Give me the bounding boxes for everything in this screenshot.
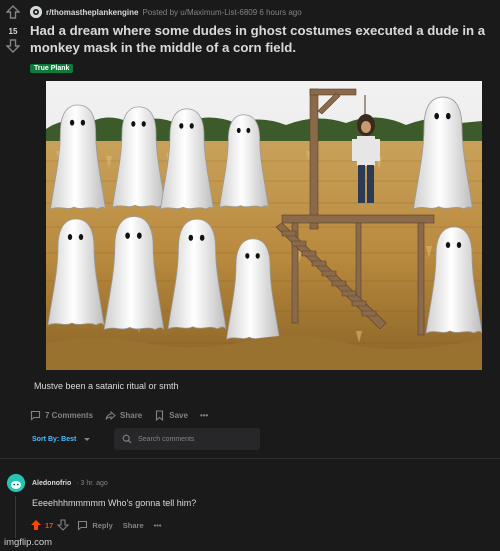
- thread-line[interactable]: [15, 496, 16, 538]
- reddit-post-screen: 15 r/thomastheplankengine Posted by u/Ma…: [0, 0, 500, 551]
- vote-column: 15: [4, 5, 22, 58]
- avatar[interactable]: [7, 474, 25, 492]
- post-flair[interactable]: True Plank: [30, 64, 74, 73]
- posted-by: Posted by u/Maximum-List-6809 6 hours ag…: [142, 7, 302, 17]
- bookmark-icon: [156, 410, 164, 421]
- comment-author[interactable]: Aledonofrio: [32, 480, 71, 487]
- share-icon: [105, 410, 116, 421]
- share-button[interactable]: Share: [105, 410, 142, 421]
- subreddit-name[interactable]: r/thomastheplankengine: [46, 8, 138, 17]
- meme-image-illustration: [46, 81, 482, 370]
- comment-share-button[interactable]: Share: [123, 521, 144, 530]
- downvote-icon[interactable]: [57, 519, 70, 531]
- post-score: 15: [8, 27, 18, 36]
- save-label: Save: [169, 411, 188, 420]
- comment-icon: [30, 410, 41, 421]
- search-placeholder: Search comments: [138, 435, 195, 443]
- comments-button[interactable]: 7 Comments: [30, 410, 93, 421]
- comment-actions: 17 Reply Share •••: [30, 519, 162, 531]
- subreddit-icon[interactable]: [30, 6, 42, 18]
- search-comments-input[interactable]: Search comments: [114, 428, 260, 450]
- post: 15 r/thomastheplankengine Posted by u/Ma…: [0, 0, 500, 460]
- comment-score: 17: [45, 520, 54, 530]
- save-button[interactable]: Save: [154, 410, 188, 421]
- comment: Aledonofrio · 3 hr. ago Eeeehhhmmmmm Who…: [0, 470, 500, 540]
- share-label: Share: [120, 411, 143, 420]
- comment-meta: Aledonofrio · 3 hr. ago: [32, 480, 108, 487]
- snoo-avatar-icon: [7, 474, 25, 492]
- post-title[interactable]: Had a dream where some dudes in ghost co…: [30, 22, 490, 56]
- post-actions: 7 Comments Share Save •••: [30, 410, 220, 421]
- comments-count: 7 Comments: [45, 411, 94, 420]
- post-caption: Mustve been a satanic ritual or smth: [34, 381, 179, 391]
- upvote-icon[interactable]: [5, 5, 21, 19]
- comment-body: Eeeehhhmmmmm Who's gonna tell him?: [32, 498, 197, 508]
- comment-time: · 3 hr. ago: [76, 480, 108, 487]
- search-icon: [122, 434, 132, 444]
- downvote-icon[interactable]: [5, 39, 21, 53]
- post-image[interactable]: [46, 81, 482, 370]
- sort-label: Sort By: Best: [32, 435, 77, 443]
- divider: [0, 458, 500, 459]
- chevron-down-icon: [84, 438, 91, 441]
- reply-icon[interactable]: [77, 520, 88, 531]
- more-options-button[interactable]: •••: [200, 411, 208, 420]
- upvote-icon[interactable]: [30, 519, 42, 531]
- sort-dropdown[interactable]: Sort By: Best: [32, 435, 92, 443]
- comment-more-button[interactable]: •••: [154, 521, 162, 530]
- post-meta: r/thomastheplankengine Posted by u/Maxim…: [30, 6, 302, 18]
- reply-button[interactable]: Reply: [92, 521, 112, 530]
- watermark: imgflip.com: [4, 537, 53, 548]
